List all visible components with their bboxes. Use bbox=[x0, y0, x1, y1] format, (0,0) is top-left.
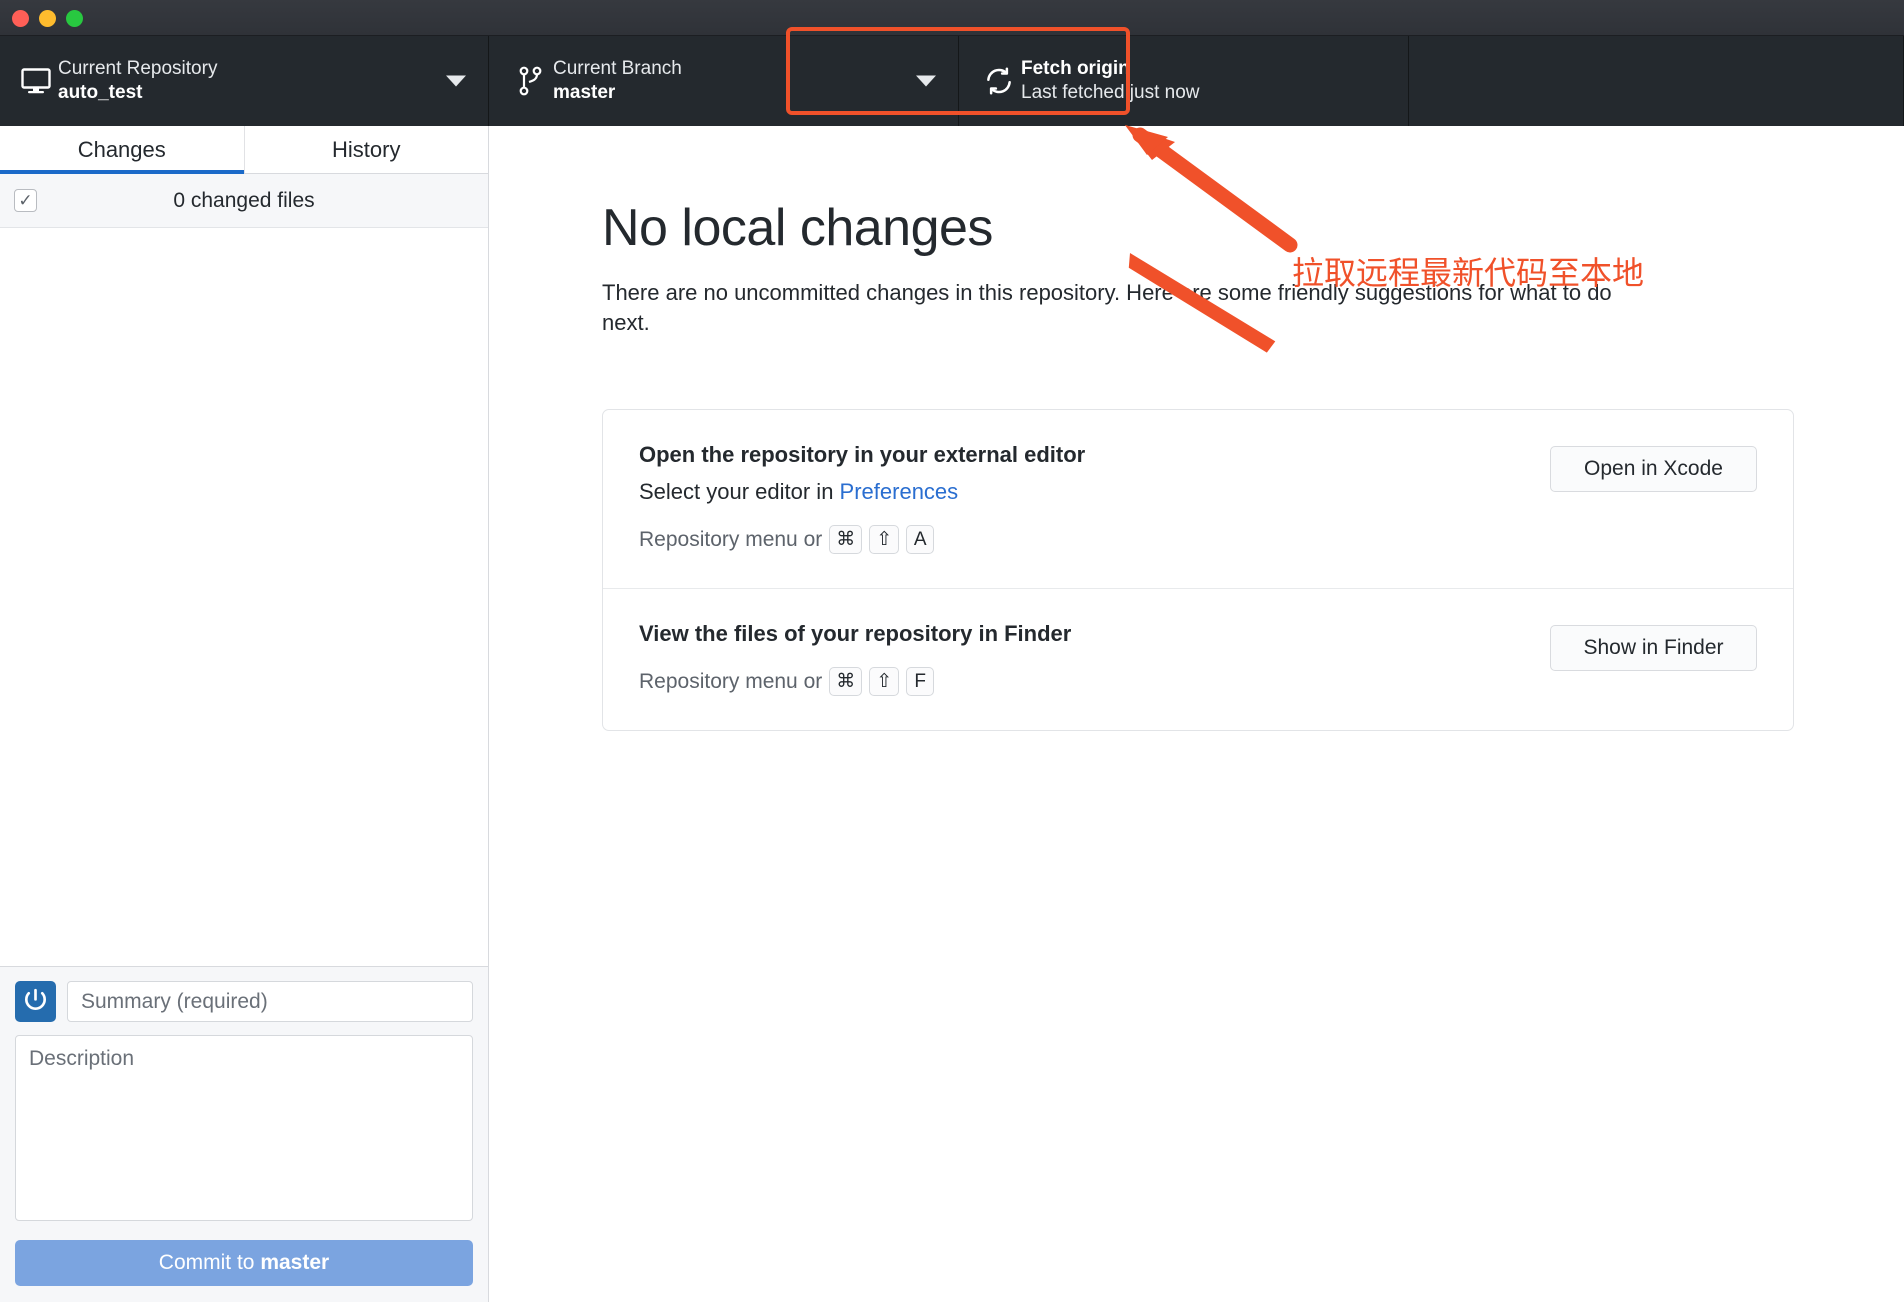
current-repository-value: auto_test bbox=[58, 82, 143, 103]
suggestion-body: Open the repository in your external edi… bbox=[639, 442, 1550, 555]
chevron-down-icon bbox=[916, 75, 936, 87]
main-toolbar: Current Repository auto_test Current Bra… bbox=[0, 36, 1904, 126]
commit-summary-input[interactable] bbox=[67, 981, 473, 1022]
suggestion-show-finder: View the files of your repository in Fin… bbox=[603, 588, 1793, 730]
desktop-icon bbox=[14, 68, 58, 94]
sidebar-tabs: Changes History bbox=[0, 126, 488, 174]
fetch-origin-label: Fetch origin bbox=[1021, 57, 1130, 79]
commit-form: Commit to master bbox=[0, 966, 488, 1302]
changed-files-count: 0 changed files bbox=[173, 188, 315, 212]
tab-history-label: History bbox=[332, 136, 401, 162]
chevron-down-icon bbox=[446, 75, 466, 87]
key-command-icon: ⌘ bbox=[829, 525, 863, 555]
suggestion-body: View the files of your repository in Fin… bbox=[639, 621, 1550, 697]
title-bar bbox=[0, 0, 1904, 36]
close-window-button[interactable] bbox=[12, 10, 29, 27]
current-branch-label: Current Branch bbox=[553, 57, 682, 79]
sidebar: Changes History ✓ 0 changed files Summar… bbox=[0, 126, 489, 1302]
tab-changes-label: Changes bbox=[77, 136, 166, 162]
current-branch-button[interactable]: Current Branch master bbox=[489, 36, 959, 126]
select-all-checkbox[interactable]: ✓ bbox=[14, 189, 37, 212]
current-repository-button[interactable]: Current Repository auto_test bbox=[0, 36, 489, 126]
commit-description-input[interactable] bbox=[15, 1035, 473, 1221]
page-subtitle: There are no uncommitted changes in this… bbox=[602, 280, 1612, 335]
commit-to-branch-button[interactable]: Commit to master bbox=[15, 1240, 473, 1286]
suggestion-menu-hint: Repository menu or bbox=[639, 527, 823, 551]
tab-changes[interactable]: Changes bbox=[0, 126, 244, 174]
page-title: No local changes bbox=[602, 199, 993, 257]
commit-summary-row bbox=[15, 981, 473, 1022]
suggestion-description: Select your editor in Preferences bbox=[639, 479, 1550, 505]
key-shift-icon: ⇧ bbox=[869, 525, 900, 555]
suggestion-action: Show in Finder bbox=[1550, 621, 1757, 672]
preferences-link[interactable]: Preferences bbox=[840, 479, 959, 504]
suggestion-action: Open in Xcode bbox=[1550, 442, 1757, 493]
key-command-icon: ⌘ bbox=[829, 667, 863, 697]
traffic-lights bbox=[12, 10, 83, 27]
commit-button-branch: master bbox=[260, 1251, 330, 1274]
tab-history[interactable]: History bbox=[243, 126, 489, 173]
changed-files-list[interactable] bbox=[0, 228, 488, 966]
current-branch-value: master bbox=[553, 82, 616, 103]
github-desktop-window: Current Repository auto_test Current Bra… bbox=[0, 0, 1904, 1302]
changed-files-header: ✓ 0 changed files bbox=[0, 174, 488, 228]
suggestion-shortcut: Repository menu or ⌘ ⇧ A bbox=[639, 525, 1550, 555]
show-in-finder-button[interactable]: Show in Finder bbox=[1550, 625, 1757, 672]
suggestion-title: View the files of your repository in Fin… bbox=[639, 621, 1072, 647]
suggestion-title: Open the repository in your external edi… bbox=[639, 442, 1086, 468]
suggestion-description-text: Select your editor in bbox=[639, 479, 840, 505]
fetch-origin-button[interactable]: Fetch origin Last fetched just now bbox=[959, 36, 1409, 126]
suggestions-card: Open the repository in your external edi… bbox=[602, 409, 1794, 732]
main-panel: No local changes There are no uncommitte… bbox=[490, 126, 1904, 1302]
key-letter: F bbox=[906, 667, 935, 697]
commit-button-prefix: Commit to bbox=[158, 1251, 261, 1274]
toolbar-empty-area bbox=[1409, 36, 1904, 126]
open-in-xcode-button[interactable]: Open in Xcode bbox=[1550, 446, 1757, 493]
minimize-window-button[interactable] bbox=[39, 10, 56, 27]
branch-icon bbox=[509, 66, 553, 96]
suggestion-menu-hint: Repository menu or bbox=[639, 669, 823, 693]
fetch-origin-status: Last fetched just now bbox=[1021, 82, 1200, 103]
sync-icon bbox=[977, 66, 1021, 96]
no-changes-blankslate: No local changes There are no uncommitte… bbox=[490, 126, 1904, 732]
suggestion-open-editor: Open the repository in your external edi… bbox=[603, 410, 1793, 588]
suggestion-shortcut: Repository menu or ⌘ ⇧ F bbox=[639, 667, 1550, 697]
current-repository-label: Current Repository bbox=[58, 57, 218, 79]
zoom-window-button[interactable] bbox=[66, 10, 83, 27]
key-letter: A bbox=[906, 525, 935, 555]
avatar bbox=[15, 981, 56, 1022]
key-shift-icon: ⇧ bbox=[869, 667, 900, 697]
